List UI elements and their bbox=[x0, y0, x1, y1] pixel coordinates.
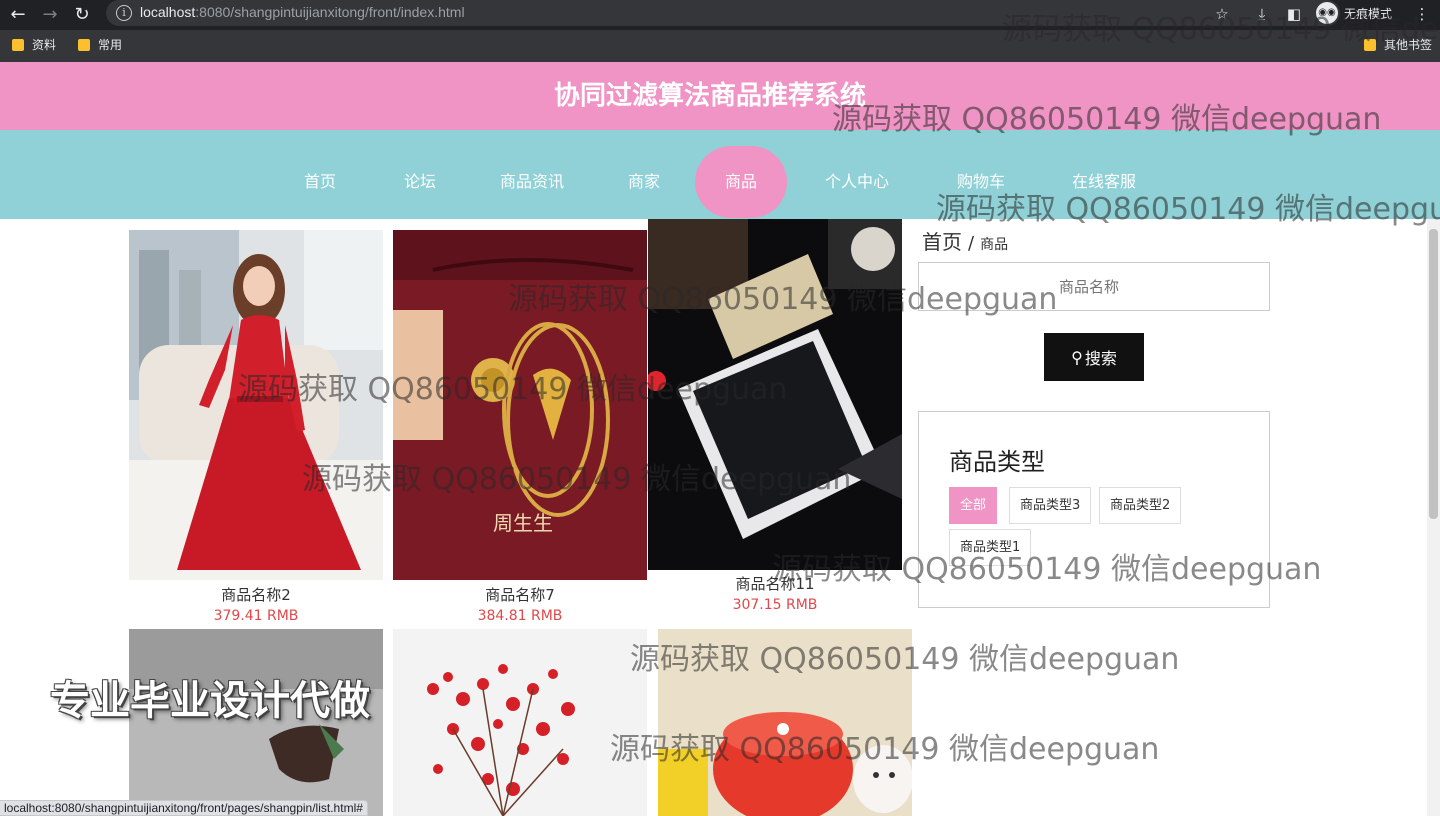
forward-arrow-icon[interactable]: → bbox=[38, 3, 62, 27]
product-card[interactable] bbox=[658, 629, 912, 816]
search-icon: ⚲ bbox=[1071, 347, 1083, 367]
bookmark-label: 资料 bbox=[32, 38, 57, 52]
product-image[interactable]: 周生生 bbox=[393, 230, 647, 580]
nav-item-forum[interactable]: 论坛 bbox=[390, 146, 450, 218]
site-info-icon[interactable]: i bbox=[116, 5, 132, 21]
search-button[interactable]: ⚲ 搜索 bbox=[1044, 333, 1144, 381]
type-chip-1[interactable]: 商品类型1 bbox=[949, 529, 1032, 566]
product-image[interactable] bbox=[129, 230, 383, 580]
product-card[interactable]: 周生生 商品名称7 384.81 RMB bbox=[393, 230, 647, 628]
product-image[interactable] bbox=[393, 629, 647, 816]
site-header: 协同过滤算法商品推荐系统 bbox=[0, 62, 1440, 130]
type-chip-2[interactable]: 商品类型2 bbox=[1099, 487, 1182, 524]
nav-item-news[interactable]: 商品资讯 bbox=[490, 146, 574, 218]
type-filter-title: 商品类型 bbox=[949, 448, 1045, 476]
nav-item-home[interactable]: 首页 bbox=[290, 146, 350, 218]
site-title: 协同过滤算法商品推荐系统 bbox=[553, 81, 866, 111]
main-nav: 首页 论坛 商品资讯 商家 商品 个人中心 购物车 在线客服 bbox=[0, 130, 1440, 219]
address-bar[interactable]: i localhost:8080/shangpintuijianxitong/f… bbox=[106, 0, 1340, 26]
nav-item-support[interactable]: 在线客服 bbox=[1062, 146, 1146, 218]
type-chip-all[interactable]: 全部 bbox=[949, 487, 998, 524]
nav-item-products[interactable]: 商品 bbox=[695, 146, 787, 218]
bookmark-folder-ziliao[interactable]: 资料 bbox=[12, 36, 56, 53]
product-image[interactable] bbox=[658, 629, 912, 816]
url-path: :8080/shangpintuijianxitong/front/index.… bbox=[195, 4, 465, 20]
folder-icon bbox=[12, 38, 24, 51]
address-url[interactable]: localhost:8080/shangpintuijianxitong/fro… bbox=[140, 4, 465, 20]
page-scrollbar[interactable] bbox=[1427, 219, 1440, 816]
incognito-indicator[interactable]: ◉◉ 无痕模式 bbox=[1316, 2, 1392, 24]
nav-item-profile[interactable]: 个人中心 bbox=[815, 146, 899, 218]
browser-toolbar: ← → ↻ i localhost:8080/shangpintuijianxi… bbox=[0, 0, 1440, 30]
product-card[interactable] bbox=[129, 629, 383, 816]
bookmark-label: 其他书签 bbox=[1384, 38, 1433, 52]
product-name: 商品名称7 bbox=[485, 586, 555, 604]
breadcrumb-current: 商品 bbox=[980, 237, 1009, 253]
product-price: 384.81 RMB bbox=[477, 608, 563, 624]
product-image[interactable] bbox=[129, 629, 383, 816]
back-arrow-icon[interactable]: ← bbox=[6, 3, 30, 27]
product-price: 307.15 RMB bbox=[732, 597, 818, 613]
product-name: 商品名称2 bbox=[221, 586, 291, 604]
search-input[interactable] bbox=[918, 262, 1270, 311]
browser-window: ← → ↻ i localhost:8080/shangpintuijianxi… bbox=[0, 0, 1440, 816]
svg-text:周生生: 周生生 bbox=[493, 511, 553, 535]
folder-icon bbox=[1364, 38, 1376, 51]
product-image[interactable] bbox=[648, 219, 902, 570]
scrollbar-thumb[interactable] bbox=[1429, 229, 1438, 519]
bookmark-folder-other[interactable]: 其他书签 bbox=[1364, 36, 1432, 53]
side-panel-icon[interactable]: ◧ bbox=[1284, 4, 1304, 24]
browser-menu-icon[interactable]: ⋮ bbox=[1412, 4, 1432, 24]
product-type-filter: 商品类型 全部 商品类型3 商品类型2 商品类型1 bbox=[918, 411, 1270, 608]
incognito-icon: ◉◉ bbox=[1316, 2, 1338, 24]
bookmarks-bar: 资料 常用 其他书签 bbox=[0, 30, 1440, 62]
reload-icon[interactable]: ↻ bbox=[70, 3, 94, 27]
product-name: 商品名称11 bbox=[735, 575, 815, 593]
incognito-label: 无痕模式 bbox=[1344, 6, 1393, 21]
download-icon[interactable]: ⤓ bbox=[1252, 4, 1272, 24]
product-price: 379.41 RMB bbox=[213, 608, 299, 624]
folder-icon bbox=[78, 38, 90, 51]
bookmark-folder-changyong[interactable]: 常用 bbox=[78, 36, 122, 53]
link-status-bar: localhost:8080/shangpintuijianxitong/fro… bbox=[0, 800, 368, 816]
product-card[interactable]: 商品名称2 379.41 RMB bbox=[129, 230, 383, 628]
product-card[interactable] bbox=[393, 629, 647, 816]
search-button-label: 搜索 bbox=[1084, 349, 1117, 368]
nav-item-merchant[interactable]: 商家 bbox=[614, 146, 674, 218]
breadcrumb-separator: / bbox=[968, 233, 975, 254]
type-chip-3[interactable]: 商品类型3 bbox=[1009, 487, 1092, 524]
breadcrumb-home[interactable]: 首页 bbox=[922, 226, 962, 255]
url-host: localhost bbox=[140, 4, 196, 20]
nav-item-cart[interactable]: 购物车 bbox=[946, 146, 1016, 218]
product-card[interactable]: 商品名称11 307.15 RMB bbox=[648, 219, 902, 617]
bookmark-star-icon[interactable]: ☆ bbox=[1212, 4, 1232, 24]
breadcrumb: 首页 / 商品 bbox=[922, 226, 1008, 255]
bookmark-label: 常用 bbox=[98, 38, 123, 52]
